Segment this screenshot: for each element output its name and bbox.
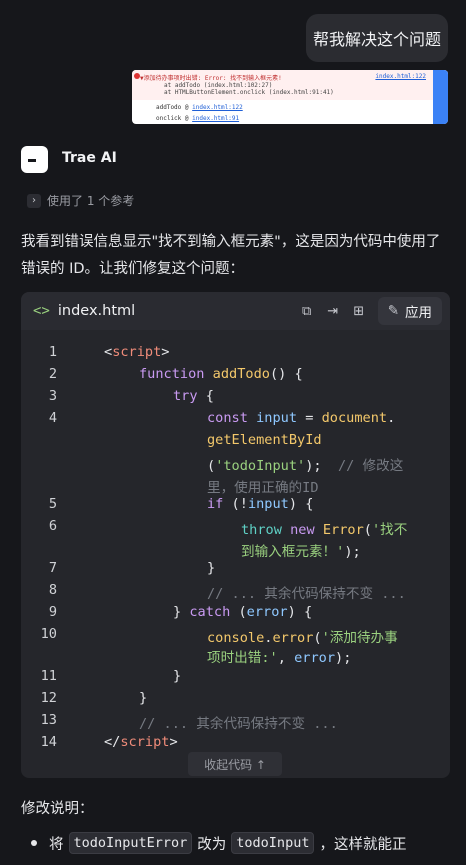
stack-trace-onclick: onclick @ index.html:91: [156, 115, 240, 122]
new-file-icon[interactable]: ⊞: [346, 297, 372, 325]
code-line: function addTodo() {: [139, 366, 303, 382]
error-message: ▼添加待办事项时出错: Error: 找不到输入框元素!: [140, 75, 282, 82]
assistant-intro: 我看到错误信息显示"找不到输入框元素"，这是因为代码中使用了错误的 ID。让我们…: [21, 234, 441, 277]
stack-line-2: at HTMLButtonElement.onclick (index.html…: [164, 89, 334, 96]
code-line: }: [173, 668, 182, 684]
error-banner: ▼添加待办事项时出错: Error: 找不到输入框元素! index.html:…: [132, 70, 448, 100]
stack-trace-addtodo: addTodo @ index.html:122: [156, 104, 243, 111]
explanation-heading: 修改说明：: [21, 801, 94, 817]
code-line: </script>: [104, 734, 178, 750]
error-file-link: index.html:122: [375, 73, 426, 80]
code-header: <> index.html ⧉ ⇥ ⊞ ✎ 应用: [21, 292, 450, 330]
apply-button[interactable]: ✎ 应用: [377, 297, 442, 325]
code-line: // ... 其余代码保持不变 ...: [207, 586, 406, 602]
line-number: 10: [40, 626, 57, 642]
code-line: 项时出错:', error);: [207, 650, 352, 666]
code-line: console.error('添加待办事: [207, 630, 398, 646]
code-line: try {: [173, 388, 214, 404]
code-line: } catch (error) {: [173, 604, 313, 620]
line-number: 8: [48, 582, 57, 598]
line-number: 11: [40, 668, 57, 684]
chevron-right-icon: ›: [27, 193, 41, 208]
code-line: <script>: [104, 344, 170, 360]
line-number: 4: [48, 410, 57, 426]
code-line: 里，使用正确的ID: [207, 480, 319, 496]
code-line: }: [139, 690, 148, 706]
line-number: 3: [48, 388, 57, 404]
code-toolbar: ⧉ ⇥ ⊞ ✎ 应用: [294, 297, 442, 325]
code-file-icon: <>: [33, 303, 50, 319]
code-line: getElementById: [207, 432, 322, 448]
user-message-bubble: 帮我解决这个问题: [306, 14, 448, 62]
user-message-text: 帮我解决这个问题: [312, 30, 441, 49]
error-icon: [134, 73, 140, 79]
screenshot-edge-stripe: [433, 70, 448, 124]
code-block: <> index.html ⧉ ⇥ ⊞ ✎ 应用 1 2 3 4 5 6 7 8…: [21, 292, 450, 778]
code-line: 到输入框元素！');: [241, 544, 361, 560]
code-line: ('todoInput'); // 修改这: [207, 458, 404, 474]
explanation-bullet: 将 todoInputError 改为 todoInput ，这样就能正: [21, 832, 406, 854]
line-number: 2: [48, 366, 57, 382]
bullet-suffix: ，这样就能正: [319, 836, 407, 853]
stack-line-1: at addTodo (index.html:102:27): [164, 82, 273, 89]
code-filename: index.html: [57, 303, 136, 319]
magic-wand-icon: ✎: [387, 303, 399, 319]
old-id-chip: todoInputError: [68, 832, 193, 854]
line-number: 5: [48, 496, 57, 512]
line-number: 13: [40, 712, 57, 728]
apply-label: 应用: [405, 305, 432, 321]
line-number: 1: [48, 344, 57, 360]
bullet-dot: [31, 840, 37, 846]
code-line: throw new Error('找不: [241, 522, 408, 538]
code-line: // ... 其余代码保持不变 ...: [139, 716, 338, 732]
assistant-avatar: [21, 146, 48, 173]
collapse-code-button[interactable]: 收起代码 ↑: [188, 752, 282, 776]
line-number: 14: [40, 734, 57, 750]
assistant-name: Trae AI: [62, 150, 117, 166]
code-line: const input = document.: [207, 410, 396, 426]
code-body: 1 2 3 4 5 6 7 8 9 10 11 12 13 14 <script…: [21, 330, 450, 750]
bullet-prefix: 将: [49, 836, 64, 853]
insert-icon[interactable]: ⇥: [320, 297, 346, 325]
line-number: 7: [48, 560, 57, 576]
references-toggle[interactable]: › 使用了 1 个参考: [27, 192, 134, 209]
new-id-chip: todoInput: [231, 832, 315, 854]
copy-icon[interactable]: ⧉: [294, 297, 320, 325]
code-line: }: [207, 560, 216, 576]
attached-screenshot[interactable]: ▼添加待办事项时出错: Error: 找不到输入框元素! index.html:…: [132, 70, 448, 124]
line-number: 6: [48, 518, 57, 534]
code-line: if (!input) {: [207, 496, 314, 512]
line-number: 12: [40, 690, 57, 706]
references-label: 使用了 1 个参考: [47, 194, 135, 208]
line-number: 9: [48, 604, 57, 620]
bullet-middle: 改为: [197, 836, 227, 853]
